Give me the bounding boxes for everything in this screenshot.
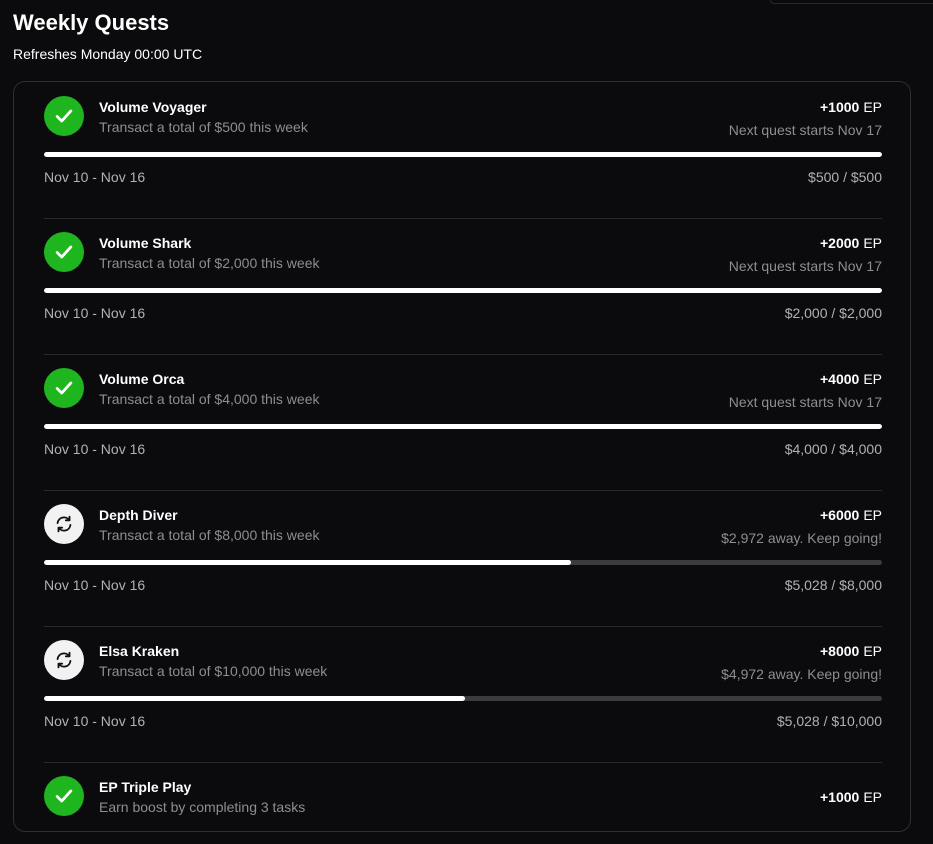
quest-name: Volume Voyager	[99, 99, 207, 115]
quest-progress-bar	[44, 696, 882, 701]
quest-card-volume-voyager[interactable]: Volume Voyager Transact a total of $500 …	[44, 82, 882, 218]
quest-hint: $4,972 away. Keep going!	[721, 666, 882, 682]
quest-reward: +4000 EP	[820, 370, 882, 388]
reward-amount: +6000	[819, 507, 860, 523]
quest-date-range: Nov 10 - Nov 16	[44, 441, 146, 457]
quest-name: Depth Diver	[99, 507, 178, 523]
quest-amount: $5,028 / $10,000	[776, 713, 882, 729]
quest-progress-bar	[44, 560, 882, 565]
quest-reward: +6000 EP	[820, 506, 882, 524]
quest-name: Volume Shark	[99, 235, 192, 251]
quest-progress-bar	[44, 424, 882, 429]
reward-unit: EP	[863, 643, 882, 659]
reward-unit: EP	[863, 789, 882, 805]
check-icon	[44, 776, 84, 816]
quest-hint: $2,972 away. Keep going!	[721, 530, 882, 546]
quest-description: Earn boost by completing 3 tasks	[99, 799, 306, 815]
quest-name: Elsa Kraken	[99, 643, 180, 659]
quest-name: EP Triple Play	[99, 779, 192, 795]
quest-list-panel: Volume Voyager Transact a total of $500 …	[13, 81, 911, 832]
quest-card-volume-shark[interactable]: Volume Shark Transact a total of $2,000 …	[44, 218, 882, 354]
quest-date-range: Nov 10 - Nov 16	[44, 577, 146, 593]
top-right-panel-edge	[770, 0, 933, 4]
quest-hint: Next quest starts Nov 17	[728, 394, 882, 410]
refresh-schedule: Refreshes Monday 00:00 UTC	[13, 46, 203, 62]
quest-amount: $2,000 / $2,000	[784, 305, 882, 321]
quest-hint: Next quest starts Nov 17	[728, 258, 882, 274]
quest-reward: +1000 EP	[820, 788, 882, 806]
reward-amount: +4000	[819, 371, 860, 387]
check-icon	[44, 232, 84, 272]
check-icon	[44, 368, 84, 408]
quest-description: Transact a total of $500 this week	[99, 119, 308, 135]
quest-date-range: Nov 10 - Nov 16	[44, 169, 146, 185]
quest-description: Transact a total of $4,000 this week	[99, 391, 320, 407]
quest-card-depth-diver[interactable]: Depth Diver Transact a total of $8,000 t…	[44, 490, 882, 626]
refresh-icon	[44, 504, 84, 544]
quest-progress-bar	[44, 152, 882, 157]
quest-name: Volume Orca	[99, 371, 185, 387]
quest-progress-bar	[44, 288, 882, 293]
quest-description: Transact a total of $2,000 this week	[99, 255, 320, 271]
quest-progress-fill	[44, 696, 466, 701]
reward-amount: +2000	[819, 235, 860, 251]
quest-reward: +8000 EP	[820, 642, 882, 660]
quest-amount: $4,000 / $4,000	[784, 441, 882, 457]
reward-unit: EP	[863, 99, 882, 115]
reward-amount: +1000	[819, 99, 860, 115]
quest-date-range: Nov 10 - Nov 16	[44, 713, 146, 729]
quest-description: Transact a total of $8,000 this week	[99, 527, 320, 543]
quest-reward: +1000 EP	[820, 98, 882, 116]
quest-hint: Next quest starts Nov 17	[728, 122, 882, 138]
refresh-icon	[44, 640, 84, 680]
quest-progress-fill	[44, 152, 882, 157]
quest-progress-fill	[44, 424, 882, 429]
quest-reward: +2000 EP	[820, 234, 882, 252]
reward-unit: EP	[863, 235, 882, 251]
reward-amount: +8000	[819, 643, 860, 659]
quest-card-elsa-kraken[interactable]: Elsa Kraken Transact a total of $10,000 …	[44, 626, 882, 762]
quest-progress-fill	[44, 560, 571, 565]
check-icon	[44, 96, 84, 136]
quest-amount: $5,028 / $8,000	[784, 577, 882, 593]
quest-description: Transact a total of $10,000 this week	[99, 663, 328, 679]
quest-progress-fill	[44, 288, 882, 293]
reward-unit: EP	[863, 507, 882, 523]
reward-amount: +1000	[819, 789, 860, 805]
quest-card-ep-triple-play[interactable]: EP Triple Play Earn boost by completing …	[44, 762, 882, 832]
quest-date-range: Nov 10 - Nov 16	[44, 305, 146, 321]
reward-unit: EP	[863, 371, 882, 387]
quest-card-volume-orca[interactable]: Volume Orca Transact a total of $4,000 t…	[44, 354, 882, 490]
page-title: Weekly Quests	[13, 10, 170, 35]
quest-amount: $500 / $500	[808, 169, 882, 185]
